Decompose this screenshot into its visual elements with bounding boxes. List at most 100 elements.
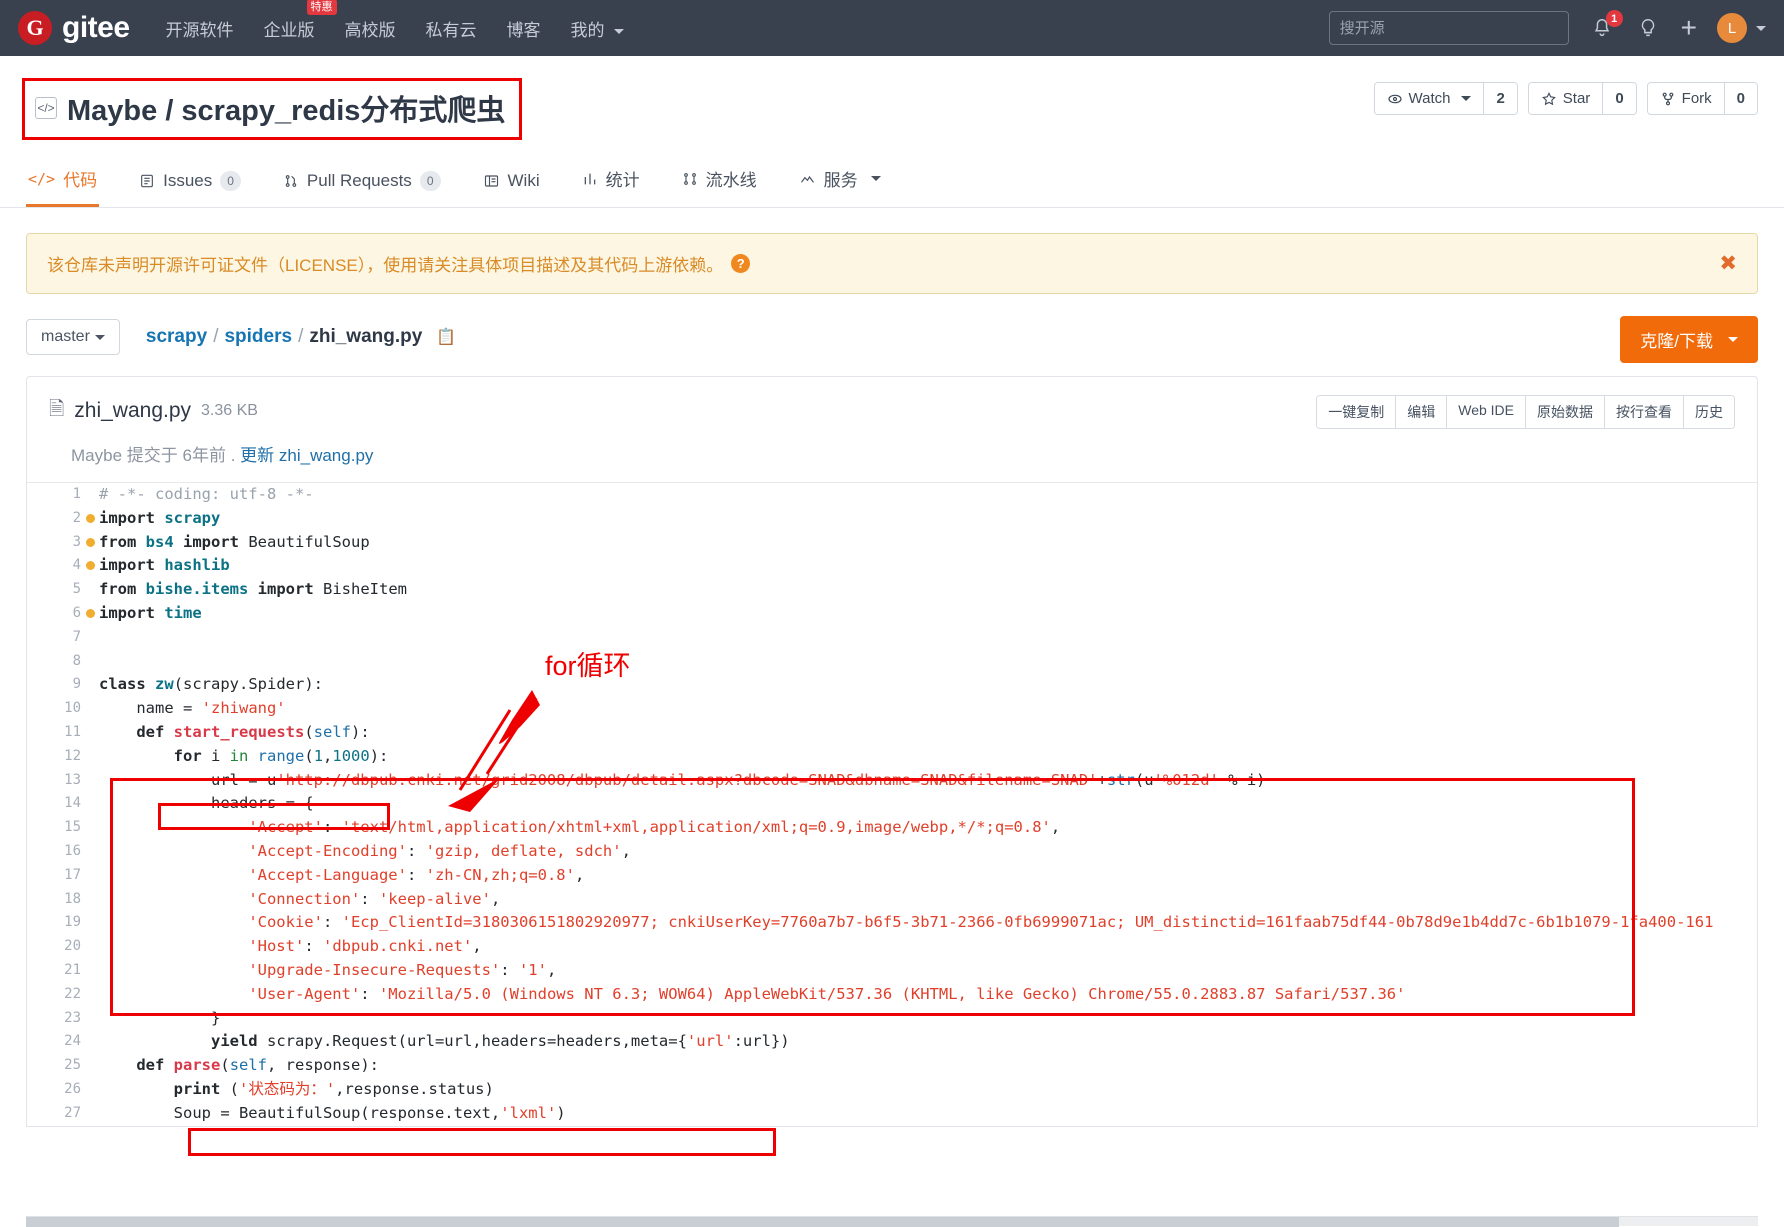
clone-download-button[interactable]: 克隆/下载 xyxy=(1620,316,1758,363)
line-number[interactable]: 23 xyxy=(27,1007,81,1031)
line-number[interactable]: 20 xyxy=(27,935,81,959)
nav-link-privatecloud[interactable]: 私有云 xyxy=(426,16,477,41)
watch-button-group[interactable]: Watch 2 xyxy=(1374,82,1518,115)
bell-icon[interactable]: 1 xyxy=(1589,15,1615,41)
nav-link-mine[interactable]: 我的 xyxy=(571,16,625,41)
tab-pull-requests[interactable]: Pull Requests 0 xyxy=(281,161,443,207)
line-number[interactable]: 15 xyxy=(27,816,81,840)
watch-label: Watch xyxy=(1409,90,1451,107)
file-size: 3.36 KB xyxy=(201,402,258,420)
raw-data-button[interactable]: 原始数据 xyxy=(1525,396,1604,428)
code-line: 26 print ('状态码为：',response.status) xyxy=(27,1078,1757,1102)
breadcrumb-item-spiders[interactable]: spiders xyxy=(224,326,292,348)
code-line-content xyxy=(99,650,1757,674)
line-number[interactable]: 22 xyxy=(27,983,81,1007)
line-number[interactable]: 17 xyxy=(27,864,81,888)
line-number[interactable]: 1 xyxy=(27,483,81,507)
line-number[interactable]: 24 xyxy=(27,1030,81,1054)
line-number[interactable]: 4 xyxy=(27,554,81,578)
fork-button[interactable]: Fork xyxy=(1648,83,1724,114)
issues-icon xyxy=(139,173,155,189)
tab-services[interactable]: 服务 xyxy=(797,156,883,207)
line-number[interactable]: 25 xyxy=(27,1054,81,1078)
line-marker-dot xyxy=(81,1007,99,1031)
breadcrumb-item-scrapy[interactable]: scrapy xyxy=(146,326,207,348)
line-number[interactable]: 19 xyxy=(27,911,81,935)
search-input[interactable] xyxy=(1329,11,1569,45)
copy-icon[interactable]: 📋 xyxy=(436,327,456,347)
fork-button-group[interactable]: Fork 0 xyxy=(1647,82,1758,115)
line-marker-dot xyxy=(81,1102,99,1126)
tab-wiki[interactable]: Wiki xyxy=(481,161,542,207)
fork-count[interactable]: 0 xyxy=(1724,83,1757,114)
blame-button[interactable]: 按行查看 xyxy=(1604,396,1683,428)
plus-icon[interactable]: + xyxy=(1681,14,1697,42)
nav-link-opensource[interactable]: 开源软件 xyxy=(166,16,234,41)
horizontal-scrollbar[interactable] xyxy=(26,1216,1758,1226)
code-line-content: import scrapy xyxy=(99,507,1757,531)
edit-button[interactable]: 编辑 xyxy=(1395,396,1446,428)
line-number[interactable]: 11 xyxy=(27,721,81,745)
code-line-content: url = u'http://dbpub.cnki.net/grid2008/d… xyxy=(99,769,1757,793)
history-button[interactable]: 历史 xyxy=(1683,396,1734,428)
avatar[interactable]: L xyxy=(1717,13,1747,43)
tab-count: 0 xyxy=(420,171,441,191)
tab-pipeline[interactable]: 流水线 xyxy=(680,156,759,207)
repo-action-buttons: Watch 2 Star 0 Fork 0 xyxy=(1374,82,1759,115)
code-line-content: headers = { xyxy=(99,792,1757,816)
watch-count[interactable]: 2 xyxy=(1483,83,1516,114)
line-number[interactable]: 13 xyxy=(27,769,81,793)
tab-issues[interactable]: Issues 0 xyxy=(137,161,243,207)
star-count[interactable]: 0 xyxy=(1602,83,1635,114)
license-notice-banner: 该仓库未声明开源许可证文件（LICENSE），使用请关注具体项目描述及其代码上游… xyxy=(26,233,1758,294)
chevron-down-icon[interactable] xyxy=(1756,26,1766,31)
page-title: Maybe / scrapy_redis分布式爬虫 xyxy=(67,87,505,129)
line-number[interactable]: 6 xyxy=(27,602,81,626)
line-marker-dot xyxy=(81,745,99,769)
code-brackets-icon: </> xyxy=(35,97,57,119)
nav-link-enterprise[interactable]: 企业版 特惠 xyxy=(264,16,315,41)
tab-count: 0 xyxy=(220,171,241,191)
line-number[interactable]: 21 xyxy=(27,959,81,983)
copy-all-button[interactable]: 一键复制 xyxy=(1317,396,1395,428)
code-line-content: 'Cookie': 'Ecp_ClientId=3180306151802920… xyxy=(99,911,1757,935)
line-number[interactable]: 5 xyxy=(27,578,81,602)
watch-button[interactable]: Watch xyxy=(1375,83,1484,114)
nav-link-blog[interactable]: 博客 xyxy=(507,16,541,41)
tab-statistics[interactable]: 统计 xyxy=(580,156,642,207)
line-number[interactable]: 10 xyxy=(27,697,81,721)
line-number[interactable]: 8 xyxy=(27,650,81,674)
line-number[interactable]: 12 xyxy=(27,745,81,769)
repository-header: </> Maybe / scrapy_redis分布式爬虫 Watch 2 St… xyxy=(0,56,1784,140)
branch-selector[interactable]: master xyxy=(26,319,120,355)
tab-code[interactable]: </> 代码 xyxy=(26,156,99,207)
line-number[interactable]: 14 xyxy=(27,792,81,816)
line-number[interactable]: 26 xyxy=(27,1078,81,1102)
gitee-logo[interactable]: G gitee xyxy=(18,11,130,45)
line-number[interactable]: 18 xyxy=(27,888,81,912)
line-marker-dot xyxy=(81,816,99,840)
web-ide-button[interactable]: Web IDE xyxy=(1446,396,1525,428)
close-icon[interactable]: ✖ xyxy=(1719,253,1737,274)
line-number[interactable]: 27 xyxy=(27,1102,81,1126)
line-number[interactable]: 7 xyxy=(27,626,81,650)
tab-label: Wiki xyxy=(508,171,540,191)
star-button-group[interactable]: Star 0 xyxy=(1528,82,1637,115)
line-number[interactable]: 3 xyxy=(27,531,81,555)
star-button[interactable]: Star xyxy=(1529,83,1603,114)
commit-message[interactable]: 更新 zhi_wang.py xyxy=(240,446,373,465)
branch-label: master xyxy=(41,328,90,346)
nav-link-university[interactable]: 高校版 xyxy=(345,16,396,41)
file-path-row: master scrapy / spiders / zhi_wang.py 📋 … xyxy=(26,316,1758,358)
question-mark-icon[interactable]: ? xyxy=(731,254,750,273)
line-number[interactable]: 16 xyxy=(27,840,81,864)
line-number[interactable]: 2 xyxy=(27,507,81,531)
lightbulb-icon[interactable] xyxy=(1635,15,1661,41)
line-marker-dot xyxy=(81,721,99,745)
code-line-content: 'Connection': 'keep-alive', xyxy=(99,888,1757,912)
tab-label: 服务 xyxy=(824,166,858,191)
code-viewer[interactable]: 1# -*- coding: utf-8 -*-2import scrapy3f… xyxy=(27,482,1757,1126)
line-marker-dot xyxy=(81,959,99,983)
code-line: 1# -*- coding: utf-8 -*- xyxy=(27,483,1757,507)
line-number[interactable]: 9 xyxy=(27,673,81,697)
